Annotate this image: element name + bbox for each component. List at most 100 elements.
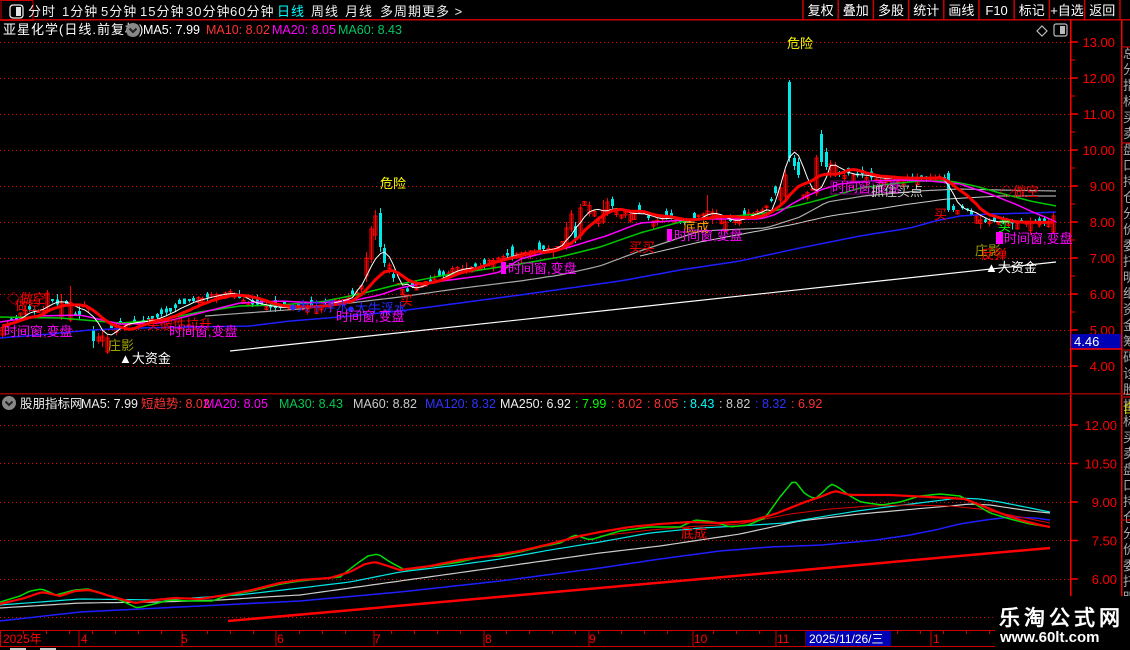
svg-text:乐淘公式网: 乐淘公式网 xyxy=(999,606,1124,630)
svg-text:诊: 诊 xyxy=(1123,366,1130,381)
svg-text:码: 码 xyxy=(1123,350,1130,365)
svg-text:筹: 筹 xyxy=(1123,334,1130,349)
svg-text:MA20: 8.05: MA20: 8.05 xyxy=(204,397,268,411)
svg-text:多周期: 多周期 xyxy=(380,4,422,19)
svg-text:卖: 卖 xyxy=(1123,446,1130,461)
svg-text:总: 总 xyxy=(1123,46,1130,61)
svg-text:股: 股 xyxy=(1123,382,1130,397)
svg-text:30分钟: 30分钟 xyxy=(186,4,230,19)
svg-text:时间窗,变盘: 时间窗,变盘 xyxy=(674,228,743,243)
svg-text:时间窗,变盘: 时间窗,变盘 xyxy=(4,324,73,339)
svg-text:2025年: 2025年 xyxy=(3,632,42,646)
svg-text:持: 持 xyxy=(1123,494,1130,509)
svg-text:6.00: 6.00 xyxy=(1090,287,1115,302)
svg-text:MA10: 8.02: MA10: 8.02 xyxy=(206,23,270,37)
svg-text:MA5: 7.99: MA5: 7.99 xyxy=(143,23,200,37)
svg-text:画线: 画线 xyxy=(948,3,974,18)
svg-text:价: 价 xyxy=(1123,542,1130,557)
svg-text:: 8.02: : 8.02 xyxy=(611,397,642,411)
svg-text:抓住买点: 抓住买点 xyxy=(871,184,923,199)
svg-text:2025/11/26/三: 2025/11/26/三 xyxy=(809,632,884,646)
svg-text:统计: 统计 xyxy=(913,3,939,18)
svg-text:委: 委 xyxy=(1123,558,1130,573)
svg-text:买: 买 xyxy=(1123,430,1130,445)
svg-text:仓: 仓 xyxy=(1123,190,1130,205)
svg-text:卖: 卖 xyxy=(1123,126,1130,141)
svg-text:危险: 危险 xyxy=(380,176,406,191)
svg-text:7.50: 7.50 xyxy=(1092,534,1117,549)
svg-text:▲大资金: ▲大资金 xyxy=(119,351,171,366)
svg-text:托: 托 xyxy=(1123,574,1130,589)
svg-text:委: 委 xyxy=(1123,238,1130,253)
svg-text:6.00: 6.00 xyxy=(1092,572,1117,587)
svg-text:时间窗,变盘: 时间窗,变盘 xyxy=(508,261,577,276)
svg-text:买: 买 xyxy=(934,207,947,222)
svg-text:亚星化学(日线.前复权): 亚星化学(日线.前复权) xyxy=(3,22,144,37)
svg-text:复权: 复权 xyxy=(808,3,834,18)
svg-text:指: 指 xyxy=(1123,78,1130,93)
svg-text:仓: 仓 xyxy=(1123,510,1130,525)
svg-text:多股: 多股 xyxy=(878,3,904,18)
svg-text:1分钟: 1分钟 xyxy=(62,4,98,19)
svg-text:10.00: 10.00 xyxy=(1082,143,1115,158)
svg-text:买: 买 xyxy=(1123,110,1130,125)
svg-text:资: 资 xyxy=(1123,302,1130,317)
svg-text:10: 10 xyxy=(694,632,708,646)
svg-text:11.00: 11.00 xyxy=(1083,107,1115,122)
svg-text:4.00: 4.00 xyxy=(1090,359,1115,374)
svg-text:8: 8 xyxy=(485,632,492,646)
svg-text:MA60: 8.82: MA60: 8.82 xyxy=(353,397,417,411)
svg-text:自: 自 xyxy=(1123,401,1130,416)
svg-text:托: 托 xyxy=(1123,254,1130,269)
svg-text:月线: 月线 xyxy=(345,4,373,19)
svg-text:分: 分 xyxy=(1123,62,1130,77)
svg-text:时间窗,变盘: 时间窗,变盘 xyxy=(1004,231,1073,246)
svg-text:+自选: +自选 xyxy=(1050,3,1084,18)
svg-text:分时: 分时 xyxy=(28,4,56,19)
svg-text:1: 1 xyxy=(933,632,940,646)
svg-text:明: 明 xyxy=(1123,270,1130,285)
svg-text:日线: 日线 xyxy=(277,4,305,19)
svg-text:12.00: 12.00 xyxy=(1082,71,1115,86)
svg-text:F10: F10 xyxy=(985,3,1007,18)
svg-text:细: 细 xyxy=(1123,286,1130,301)
svg-text:5: 5 xyxy=(181,632,188,646)
svg-text:: 8.05: : 8.05 xyxy=(647,397,678,411)
svg-text:做空: 做空 xyxy=(15,298,41,313)
svg-text:返回: 返回 xyxy=(1089,3,1115,18)
svg-text:MA120: 8.32: MA120: 8.32 xyxy=(425,397,496,411)
svg-text:www.60lt.com: www.60lt.com xyxy=(999,629,1099,646)
svg-text:标: 标 xyxy=(1123,94,1130,109)
svg-text:盘: 盘 xyxy=(1123,462,1130,477)
svg-text:15分钟: 15分钟 xyxy=(140,4,184,19)
svg-text:MA60: 8.43: MA60: 8.43 xyxy=(338,23,402,37)
svg-text:时间窗,变盘: 时间窗,变盘 xyxy=(169,324,238,339)
svg-text:MA20: 8.05: MA20: 8.05 xyxy=(272,23,336,37)
svg-text:MA30: 8.43: MA30: 8.43 xyxy=(279,397,343,411)
svg-text:9.00: 9.00 xyxy=(1092,495,1117,510)
svg-text:13.00: 13.00 xyxy=(1082,35,1115,50)
svg-text:金: 金 xyxy=(1123,318,1130,333)
svg-text:: 8.43: : 8.43 xyxy=(683,397,714,411)
svg-text:: 6.92: : 6.92 xyxy=(791,397,822,411)
svg-text:11: 11 xyxy=(777,632,790,646)
svg-text:更多 >: 更多 > xyxy=(422,4,463,19)
svg-text:MA5: 7.99: MA5: 7.99 xyxy=(81,397,138,411)
svg-text:短趋势: 8.02: 短趋势: 8.02 xyxy=(141,396,210,411)
svg-text:12.00: 12.00 xyxy=(1084,418,1117,433)
svg-text:叠加: 叠加 xyxy=(843,3,869,18)
svg-text:: 8.82: : 8.82 xyxy=(719,397,750,411)
svg-text:10.50: 10.50 xyxy=(1084,457,1117,472)
svg-text:7.00: 7.00 xyxy=(1090,251,1115,266)
svg-text:危险: 危险 xyxy=(787,36,813,51)
svg-text:8.00: 8.00 xyxy=(1090,215,1115,230)
svg-text:时间窗,变盘: 时间窗,变盘 xyxy=(336,309,405,324)
svg-text:周线: 周线 xyxy=(311,4,339,19)
svg-text:股朋指标网: 股朋指标网 xyxy=(20,396,83,411)
svg-text:口: 口 xyxy=(1123,158,1130,173)
svg-text:4: 4 xyxy=(81,632,88,646)
svg-text:4.46: 4.46 xyxy=(1074,334,1099,349)
svg-text:6: 6 xyxy=(277,632,284,646)
svg-text:7: 7 xyxy=(374,632,381,646)
svg-text:▼: ▼ xyxy=(1034,219,1045,231)
